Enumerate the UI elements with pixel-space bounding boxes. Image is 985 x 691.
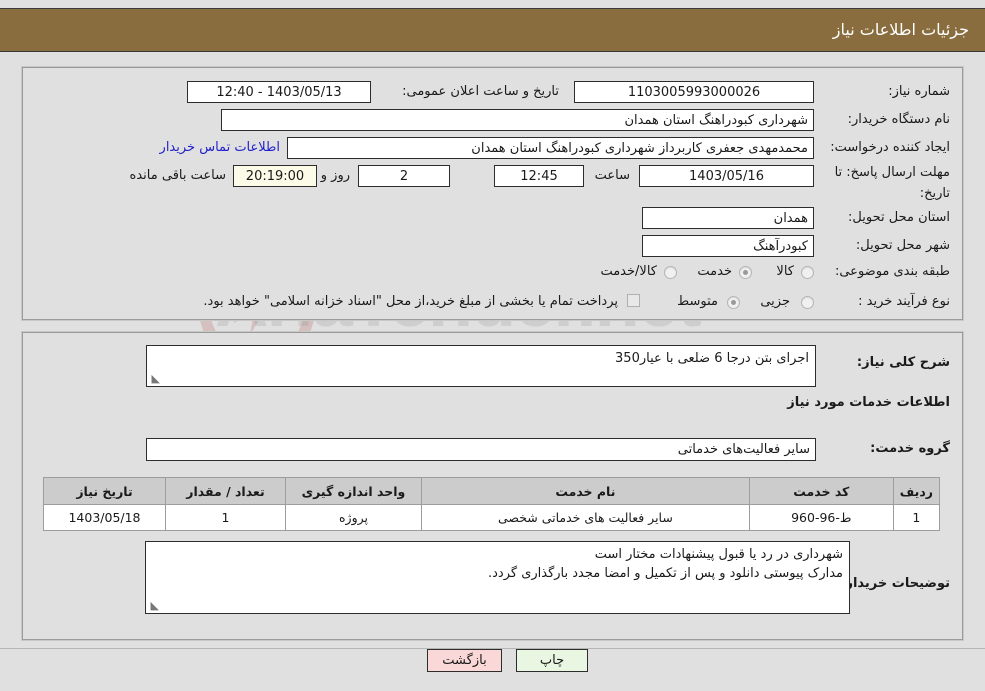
remaining-days-label: روز و — [320, 168, 350, 183]
treasury-bonds-label: پرداخت تمام یا بخشی از مبلغ خرید،از محل … — [203, 294, 618, 309]
buyer-notes-value: شهرداری در رد یا قبول پیشنهادات مختار اس… — [145, 541, 850, 614]
general-desc-label: شرح کلی نیاز: — [856, 355, 950, 370]
radio-category-service-label: خدمت — [697, 264, 732, 279]
need-summary-panel: شماره نیاز: 1103005993000026 تاریخ و ساع… — [21, 66, 964, 321]
cell-need-date: 1403/05/18 — [43, 504, 166, 531]
general-desc-text: اجرای بتن درجا 6 ضلعی با عیار350 — [615, 351, 809, 366]
service-group-value: سایر فعالیت‌های خدماتی — [146, 438, 816, 461]
col-unit: واحد اندازه گیری — [285, 477, 422, 505]
service-group-label: گروه خدمت: — [870, 441, 950, 456]
remaining-time-label: ساعت باقی مانده — [129, 168, 226, 183]
radio-process-minor-label: جزیی — [760, 294, 790, 309]
province-value: همدان — [642, 207, 814, 229]
deadline-date-value: 1403/05/16 — [639, 165, 814, 187]
deadline-label-line1: مهلت ارسال پاسخ: تا — [834, 165, 950, 180]
treasury-bonds-checkbox[interactable] — [627, 294, 640, 307]
buyer-notes-label: توضیحات خریدار: — [840, 576, 950, 591]
cell-row-no: 1 — [892, 504, 941, 531]
page-header-bar: جزئیات اطلاعات نیاز — [0, 8, 985, 52]
remaining-days-value: 2 — [358, 165, 450, 187]
public-announce-value: 1403/05/13 - 12:40 — [187, 81, 371, 103]
radio-process-medium[interactable] — [727, 296, 740, 309]
page-root: AriaTender.net جزئیات اطلاعات نیاز شماره… — [0, 0, 985, 691]
radio-category-goods[interactable] — [801, 266, 814, 279]
city-label: شهر محل تحویل: — [855, 238, 950, 253]
process-label: نوع فرآیند خرید : — [858, 294, 950, 309]
cell-unit: پروژه — [285, 504, 422, 531]
request-creator-label: ایجاد کننده درخواست: — [830, 140, 950, 155]
cell-service-name: سایر فعالیت های خدماتی شخصی — [421, 504, 750, 531]
buyer-org-value: شهرداری کبودراهنگ استان همدان — [221, 109, 814, 131]
col-service-name: نام خدمت — [421, 477, 750, 505]
radio-category-goods-label: کالا — [776, 264, 794, 279]
hour-label: ساعت — [594, 168, 630, 183]
radio-category-goods-service[interactable] — [664, 266, 677, 279]
radio-process-medium-label: متوسط — [677, 294, 718, 309]
resize-grip-icon-notes[interactable]: ◣ — [149, 600, 159, 611]
col-service-code: کد خدمت — [748, 477, 894, 505]
category-label: طبقه بندی موضوعی: — [834, 264, 950, 279]
radio-category-service[interactable] — [739, 266, 752, 279]
radio-category-goods-service-label: کالا/خدمت — [600, 264, 657, 279]
deadline-label-line2: تاریخ: — [919, 186, 950, 201]
need-number-value: 1103005993000026 — [574, 81, 814, 103]
need-number-label: شماره نیاز: — [888, 84, 950, 99]
buyer-contact-link[interactable]: اطلاعات تماس خریدار — [160, 140, 280, 155]
back-button[interactable]: بازگشت — [427, 649, 502, 672]
province-label: استان محل تحویل: — [848, 210, 950, 225]
table-row[interactable]: 1 ط-96-960 سایر فعالیت های خدماتی شخصی پ… — [43, 504, 941, 531]
radio-process-minor[interactable] — [801, 296, 814, 309]
buyer-notes-text: شهرداری در رد یا قبول پیشنهادات مختار اس… — [487, 547, 843, 581]
need-details-panel: شرح کلی نیاز: اجرای بتن درجا 6 ضلعی با ع… — [21, 331, 964, 641]
city-value: کبودرآهنگ — [642, 235, 814, 257]
deadline-time-value: 12:45 — [494, 165, 584, 187]
col-need-date: تاریخ نیاز — [43, 477, 166, 505]
page-title: جزئیات اطلاعات نیاز — [832, 20, 969, 39]
col-row-no: ردیف — [892, 477, 941, 505]
public-announce-label: تاریخ و ساعت اعلان عمومی: — [402, 84, 559, 99]
resize-grip-icon[interactable]: ◣ — [150, 373, 160, 384]
need-items-table: ردیف کد خدمت نام خدمت واحد اندازه گیری ت… — [43, 477, 941, 531]
print-button[interactable]: چاپ — [516, 649, 588, 672]
cell-service-code: ط-96-960 — [748, 504, 894, 531]
services-info-title: اطلاعات خدمات مورد نیاز — [787, 395, 950, 410]
col-quantity: تعداد / مقدار — [165, 477, 286, 505]
cell-quantity: 1 — [165, 504, 286, 531]
request-creator-value: محمدمهدی جعفری کاربرداز شهرداری کبودراهن… — [287, 137, 814, 159]
buyer-org-label: نام دستگاه خریدار: — [847, 112, 950, 127]
general-desc-value: اجرای بتن درجا 6 ضلعی با عیار350 ◣ — [146, 345, 816, 387]
table-header-row: ردیف کد خدمت نام خدمت واحد اندازه گیری ت… — [43, 477, 941, 505]
remaining-time-value: 20:19:00 — [233, 165, 317, 187]
